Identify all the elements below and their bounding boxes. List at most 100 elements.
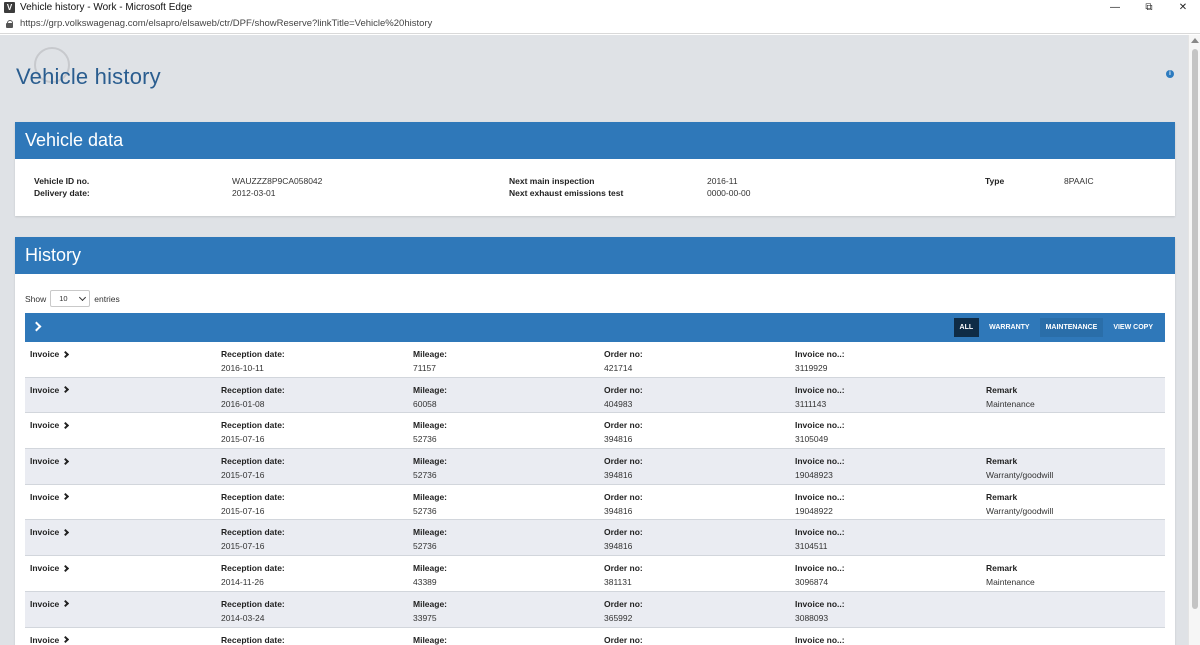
reception-date-value: 2015-07-16 [221, 505, 265, 516]
next-emissions-label: Next exhaust emissions test [509, 188, 624, 198]
mileage-cell: Mileage: 60058 [413, 385, 447, 409]
view-copy-button[interactable]: VIEW COPY [1107, 318, 1159, 337]
invoice-link[interactable]: Invoice [30, 384, 70, 395]
remark-cell: Remark Maintenance [986, 563, 1035, 587]
reception-date-label: Reception date: [221, 634, 285, 645]
scrollbar-thumb[interactable] [1192, 49, 1198, 609]
order-no-label: Order no: [604, 598, 643, 609]
chevron-right-icon [62, 493, 70, 501]
table-row: Invoice Reception date: 2015-07-16 Mileage:… [25, 413, 1165, 450]
reception-date-cell: Reception date: 2016-10-11 [221, 349, 285, 373]
invoice-no-value: 3119929 [795, 363, 828, 373]
invoice-link[interactable]: Invoice [30, 491, 70, 502]
reception-date-value: 2016-01-08 [221, 398, 265, 409]
filter-all-button[interactable]: ALL [953, 318, 980, 337]
invoice-link[interactable]: Invoice [30, 599, 70, 609]
vehicle-data-card: Vehicle data Vehicle ID no. WAUZZZ8P9CA0… [15, 122, 1175, 216]
history-header: History [15, 237, 1175, 274]
remark-cell: Remark Warranty/goodwill [986, 456, 1053, 480]
reception-date-value: 2015-07-16 [221, 470, 265, 481]
order-no-label: Order no: [604, 563, 643, 574]
order-no-cell: Order no: 404983 [604, 385, 643, 409]
invoice-no-label: Invoice no..: [795, 491, 845, 502]
mileage-label: Mileage: [413, 598, 448, 609]
entries-select-value: 10 [59, 294, 68, 303]
table-row: Invoice Reception date: 2015-07-16 Mileage:… [25, 520, 1165, 557]
reception-date-label: Reception date: [221, 420, 285, 431]
mileage-label: Mileage: [413, 563, 448, 574]
address-bar[interactable]: https://grp.volkswagenag.com/elsapro/els… [0, 14, 1200, 34]
lock-icon [6, 19, 14, 28]
app-icon: V [4, 1, 15, 13]
invoice-no-cell: Invoice no..: [795, 635, 845, 645]
invoice-link-label: Invoice [30, 456, 60, 467]
invoice-link[interactable]: Invoice [30, 635, 70, 645]
invoice-link[interactable]: Invoice [30, 349, 70, 359]
restore-icon[interactable]: ⧉ [1132, 0, 1166, 14]
address-url[interactable]: https://grp.volkswagenag.com/elsapro/els… [20, 18, 432, 29]
order-no-value: 394816 [604, 541, 633, 552]
filter-maintenance-button[interactable]: MAINTENANCE [1039, 318, 1104, 337]
invoice-no-label: Invoice no..: [795, 598, 845, 609]
table-row: Invoice Reception date: 2015-07-16 Mileage:… [25, 485, 1165, 521]
table-row: Invoice Reception date: Mileage: Order no: I… [25, 628, 1165, 645]
vehicle-data-header: Vehicle data [15, 122, 1175, 159]
expand-chevron-icon[interactable] [31, 321, 42, 332]
invoice-link-label: Invoice [30, 527, 60, 538]
invoice-no-cell: Invoice no..: 3111143 [795, 385, 845, 409]
invoice-link[interactable]: Invoice [30, 456, 70, 467]
chevron-right-icon [62, 386, 70, 394]
invoice-no-cell: Invoice no..: 19048923 [795, 456, 845, 480]
reception-date-value: 2015-07-16 [221, 434, 265, 445]
mileage-label: Mileage: [413, 456, 448, 467]
order-no-label: Order no: [604, 384, 643, 395]
mileage-cell: Mileage: [413, 635, 447, 645]
invoice-no-label: Invoice no..: [795, 384, 845, 395]
table-row: Invoice Reception date: 2014-11-26 Mileage:… [25, 556, 1165, 592]
window-titlebar: V Vehicle history - Work - Microsoft Edg… [0, 0, 1200, 14]
mileage-label: Mileage: [413, 384, 448, 395]
info-icon[interactable]: i [1166, 70, 1174, 78]
table-row: Invoice Reception date: 2015-07-16 Mileage:… [25, 449, 1165, 485]
reception-date-label: Reception date: [221, 384, 285, 395]
remark-value: Warranty/goodwill [986, 505, 1054, 516]
order-no-cell: Order no: [604, 635, 643, 645]
mileage-label: Mileage: [413, 634, 448, 645]
invoice-link-label: Invoice [30, 491, 60, 502]
remark-value: Maintenance [986, 577, 1035, 588]
invoice-no-cell: Invoice no..: 3105049 [795, 420, 845, 444]
invoice-no-label: Invoice no..: [795, 456, 845, 467]
mileage-cell: Mileage: 33975 [413, 599, 447, 623]
mileage-value: 60058 [413, 398, 437, 409]
invoice-no-label: Invoice no..: [795, 563, 845, 574]
order-no-label: Order no: [604, 420, 643, 431]
table-row: Invoice Reception date: 2016-10-11 Mileage:… [25, 342, 1165, 378]
invoice-link-label: Invoice [30, 384, 60, 395]
invoice-no-value: 3111143 [795, 398, 827, 409]
entries-label: entries [94, 293, 120, 304]
reception-date-cell: Reception date: 2016-01-08 [221, 385, 285, 409]
page-title: Vehicle history [16, 64, 161, 89]
table-row: Invoice Reception date: 2016-01-08 Mileage:… [25, 377, 1165, 414]
minimize-icon[interactable]: — [1098, 0, 1132, 14]
filter-warranty-button[interactable]: WARRANTY [983, 318, 1035, 337]
scroll-up-icon[interactable] [1191, 38, 1199, 43]
invoice-no-value: 3096874 [795, 577, 829, 588]
mileage-label: Mileage: [413, 349, 448, 359]
order-no-cell: Order no: 381131 [604, 563, 643, 587]
reception-date-cell: Reception date: [221, 635, 285, 645]
chevron-right-icon [62, 421, 70, 429]
history-toolbar: ALL WARRANTY MAINTENANCE VIEW COPY [25, 313, 1165, 342]
mileage-cell: Mileage: 52736 [413, 492, 447, 516]
close-icon[interactable]: ✕ [1166, 0, 1200, 14]
order-no-cell: Order no: 394816 [604, 420, 643, 444]
entries-select[interactable]: 10 [50, 290, 91, 307]
invoice-link[interactable]: Invoice [30, 527, 70, 538]
invoice-link[interactable]: Invoice [30, 563, 70, 573]
order-no-label: Order no: [604, 349, 643, 359]
history-table: Invoice Reception date: 2016-10-11 Mileage:… [25, 342, 1165, 645]
invoice-link[interactable]: Invoice [30, 420, 70, 430]
vertical-scrollbar[interactable] [1188, 35, 1200, 645]
mileage-label: Mileage: [413, 491, 448, 502]
entries-control: Show 10 entries [25, 290, 120, 307]
